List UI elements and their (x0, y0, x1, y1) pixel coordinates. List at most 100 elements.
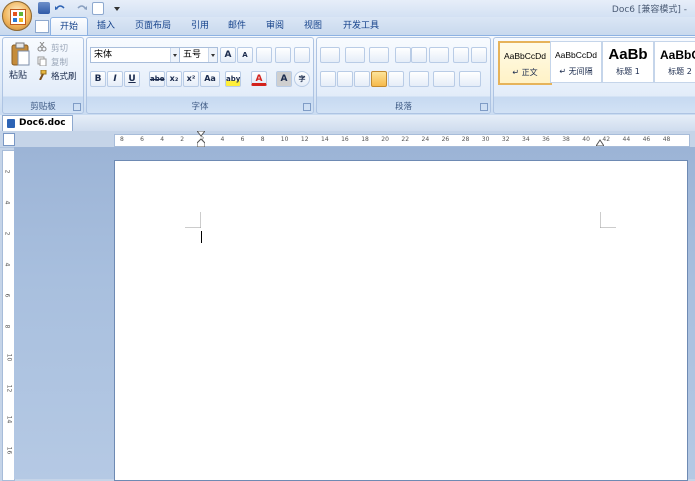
right-indent-icon[interactable] (596, 138, 604, 146)
ruler-tick-label: 4 (220, 136, 225, 143)
superscript-button[interactable]: x² (183, 71, 199, 87)
tab-references[interactable]: 引用 (182, 17, 218, 35)
font-color-button[interactable]: A (251, 71, 267, 86)
paragraph-group: 段落 (316, 37, 491, 114)
paragraph-launcher-icon[interactable] (480, 103, 488, 111)
ruler-tick-label: 20 (381, 136, 389, 143)
indent-marker-icon[interactable] (197, 131, 205, 147)
format-painter-button[interactable]: 格式刷 (51, 70, 77, 82)
numbering-icon[interactable] (345, 47, 365, 63)
bullets-icon[interactable] (320, 47, 340, 63)
tab-developer[interactable]: 开发工具 (334, 17, 388, 35)
ruler-tick-label: 16 (5, 446, 13, 455)
style-name: ↵ 无间隔 (559, 67, 593, 76)
show-marks-icon[interactable] (471, 47, 487, 63)
justify-icon[interactable] (371, 71, 387, 87)
office-button[interactable] (2, 1, 32, 31)
ruler-tick-label: 2 (180, 136, 185, 143)
tab-insert[interactable]: 插入 (88, 17, 124, 35)
text-cursor (201, 231, 202, 243)
align-right-icon[interactable] (354, 71, 370, 87)
change-case-button[interactable]: Aa (200, 71, 220, 87)
align-center-icon[interactable] (337, 71, 353, 87)
paste-icon[interactable] (9, 42, 31, 70)
cut-icon[interactable] (37, 42, 47, 52)
grow-font-button[interactable]: A (220, 47, 236, 63)
ruler-tick-label: 14 (321, 136, 329, 143)
phonetic-guide-icon[interactable] (275, 47, 291, 63)
ruler-tick-label: 2 (3, 231, 11, 236)
ruler-tick-label: 4 (3, 262, 11, 267)
style-no-spacing[interactable]: AaBbCcDd ↵ 无间隔 (550, 41, 602, 83)
chinese-layout-icon[interactable] (429, 47, 449, 63)
ruler-tick-label: 8 (3, 324, 11, 329)
document-page[interactable] (114, 160, 688, 481)
title-bar (0, 0, 695, 17)
distributed-icon[interactable] (388, 71, 404, 87)
font-name-value: 宋体 (94, 50, 113, 60)
ruler-tick-label: 32 (501, 136, 510, 143)
undo-icon[interactable] (54, 2, 66, 14)
ruler-tick-label: 6 (140, 136, 144, 143)
copy-icon[interactable] (37, 56, 47, 66)
format-painter-icon[interactable] (37, 70, 47, 80)
italic-button[interactable]: I (107, 71, 123, 87)
ruler-tick-label: 38 (562, 136, 570, 143)
tab-review[interactable]: 审阅 (257, 17, 293, 35)
strikethrough-button[interactable]: abe (149, 71, 165, 87)
cut-button[interactable]: 剪切 (51, 42, 68, 54)
align-left-icon[interactable] (320, 71, 336, 87)
char-border-icon[interactable] (294, 47, 310, 63)
decrease-indent-icon[interactable] (395, 47, 411, 63)
highlight-button[interactable]: aby (225, 71, 241, 87)
ruler-tick-label: 8 (260, 136, 265, 143)
font-name-select[interactable]: 宋体 (90, 47, 180, 63)
shrink-font-button[interactable]: A (237, 47, 253, 63)
ruler-tick-label: 36 (542, 136, 550, 143)
tab-mailings[interactable]: 邮件 (219, 17, 255, 35)
office-logo-icon (10, 9, 26, 25)
ruler-tick-label: 6 (3, 293, 11, 298)
tab-home[interactable]: 开始 (50, 17, 89, 35)
subscript-button[interactable]: x₂ (166, 71, 182, 87)
document-tab[interactable]: Doc6.doc (2, 115, 73, 131)
window-title: Doc6 [兼容模式] - (611, 5, 687, 15)
char-shading-button[interactable]: A (276, 71, 292, 87)
line-spacing-icon[interactable] (409, 71, 429, 87)
style-normal[interactable]: AaBbCcDd ↵ 正文 (498, 41, 552, 85)
shading-icon[interactable] (433, 71, 455, 87)
style-heading-2[interactable]: AaBbC 标题 2 (654, 41, 695, 83)
style-name: ↵ 正文 (512, 68, 538, 77)
clear-format-icon[interactable] (256, 47, 272, 63)
redo-icon[interactable] (76, 2, 88, 14)
tab-page-layout[interactable]: 页面布局 (126, 17, 180, 35)
borders-icon[interactable] (459, 71, 481, 87)
save-icon[interactable] (38, 2, 50, 14)
enclose-char-button[interactable]: 字 (294, 71, 310, 87)
qat-customize-icon[interactable] (114, 2, 120, 14)
style-heading-1[interactable]: AaBb 标题 1 (602, 41, 654, 83)
paste-button[interactable]: 粘贴 (9, 68, 33, 81)
font-launcher-icon[interactable] (303, 103, 311, 111)
tab-selector-icon[interactable] (3, 133, 15, 146)
ruler-tick-label: 40 (582, 136, 590, 143)
clipboard-launcher-icon[interactable] (73, 103, 81, 111)
tab-view[interactable]: 视图 (295, 17, 331, 35)
increase-indent-icon[interactable] (411, 47, 427, 63)
ruler-tick-label: 26 (441, 136, 450, 143)
font-size-select[interactable]: 五号 (179, 47, 218, 63)
ruler-tick-label: 12 (5, 384, 13, 393)
underline-button[interactable]: U (124, 71, 140, 87)
multilevel-list-icon[interactable] (369, 47, 389, 63)
ruler-tick-label: 14 (5, 415, 13, 424)
font-group-label: 字体 (191, 102, 209, 112)
ruler-tick-label: 44 (622, 136, 631, 143)
copy-button[interactable]: 复制 (51, 56, 68, 68)
ruler-tick-label: 28 (461, 136, 470, 143)
ruler-tick-label: 2 (3, 169, 11, 174)
developer-mini-icon[interactable] (35, 20, 49, 33)
print-preview-icon[interactable] (92, 2, 104, 15)
sort-icon[interactable] (453, 47, 469, 63)
bold-button[interactable]: B (90, 71, 106, 87)
style-name: 标题 2 (668, 67, 692, 76)
